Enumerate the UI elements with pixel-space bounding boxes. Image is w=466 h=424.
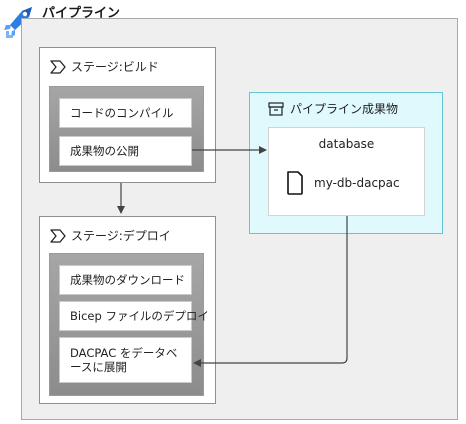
connectors <box>117 146 348 367</box>
arrow-artifacts-to-dacpac <box>193 216 348 367</box>
